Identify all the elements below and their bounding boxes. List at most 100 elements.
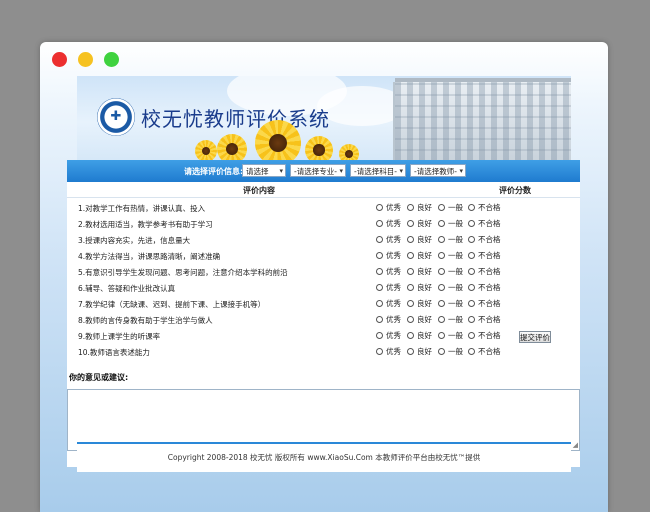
radio-button[interactable] bbox=[438, 348, 445, 355]
radio-button[interactable] bbox=[376, 268, 383, 275]
radio-button[interactable] bbox=[376, 252, 383, 259]
radio-button[interactable] bbox=[438, 316, 445, 323]
radio-button[interactable] bbox=[407, 316, 414, 323]
rating-option[interactable]: 优秀 bbox=[376, 218, 401, 229]
radio-button[interactable] bbox=[407, 300, 414, 307]
radio-button[interactable] bbox=[407, 252, 414, 259]
question-row: 5.有意识引导学生发现问题、思考问题，注意介绍本学科的前沿 优秀 良好 一般 不合格 bbox=[67, 263, 580, 279]
radio-button[interactable] bbox=[407, 284, 414, 291]
radio-button[interactable] bbox=[468, 332, 475, 339]
radio-button[interactable] bbox=[438, 220, 445, 227]
rating-option[interactable]: 优秀 bbox=[376, 330, 401, 341]
rating-option[interactable]: 一般 bbox=[438, 202, 463, 213]
radio-button[interactable] bbox=[407, 332, 414, 339]
question-text: 6.辅导、答疑和作业批改认真 bbox=[78, 284, 176, 293]
rating-option[interactable]: 良好 bbox=[407, 202, 432, 213]
rating-option[interactable]: 不合格 bbox=[468, 234, 501, 245]
rating-option[interactable]: 良好 bbox=[407, 266, 432, 277]
radio-button[interactable] bbox=[407, 268, 414, 275]
major-select[interactable]: -请选择专业- ▾ bbox=[290, 164, 346, 177]
radio-button[interactable] bbox=[376, 204, 383, 211]
radio-button[interactable] bbox=[376, 332, 383, 339]
rating-option[interactable]: 一般 bbox=[438, 266, 463, 277]
radio-button[interactable] bbox=[468, 268, 475, 275]
radio-button[interactable] bbox=[438, 332, 445, 339]
radio-button[interactable] bbox=[407, 220, 414, 227]
rating-option[interactable]: 不合格 bbox=[468, 330, 501, 341]
rating-option[interactable]: 良好 bbox=[407, 218, 432, 229]
radio-button[interactable] bbox=[468, 316, 475, 323]
radio-button[interactable] bbox=[468, 252, 475, 259]
radio-button[interactable] bbox=[468, 220, 475, 227]
rating-option[interactable]: 一般 bbox=[438, 330, 463, 341]
question-text: 1.对教学工作有热情，讲课认真、投入 bbox=[78, 204, 206, 213]
radio-button[interactable] bbox=[376, 236, 383, 243]
minimize-window-icon[interactable] bbox=[78, 52, 93, 67]
rating-option[interactable]: 优秀 bbox=[376, 298, 401, 309]
subject-select[interactable]: -请选择科目- ▾ bbox=[350, 164, 406, 177]
rating-option[interactable]: 不合格 bbox=[468, 314, 501, 325]
teacher-select[interactable]: -请选择教师- ▾ bbox=[410, 164, 466, 177]
radio-button[interactable] bbox=[376, 316, 383, 323]
rating-option[interactable]: 不合格 bbox=[468, 266, 501, 277]
rating-option-label: 不合格 bbox=[478, 267, 501, 276]
rating-option[interactable]: 不合格 bbox=[468, 202, 501, 213]
radio-button[interactable] bbox=[468, 236, 475, 243]
rating-option[interactable]: 一般 bbox=[438, 234, 463, 245]
radio-button[interactable] bbox=[407, 236, 414, 243]
rating-option[interactable]: 一般 bbox=[438, 282, 463, 293]
rating-option[interactable]: 不合格 bbox=[468, 346, 501, 357]
rating-option[interactable]: 优秀 bbox=[376, 314, 401, 325]
radio-button[interactable] bbox=[407, 204, 414, 211]
close-window-icon[interactable] bbox=[52, 52, 67, 67]
rating-option[interactable]: 良好 bbox=[407, 282, 432, 293]
rating-option[interactable]: 良好 bbox=[407, 314, 432, 325]
chevron-down-icon: ▾ bbox=[339, 167, 343, 175]
rating-option[interactable]: 一般 bbox=[438, 346, 463, 357]
radio-button[interactable] bbox=[438, 300, 445, 307]
rating-option[interactable]: 良好 bbox=[407, 234, 432, 245]
resize-handle-icon[interactable]: ◢ bbox=[573, 442, 578, 449]
rating-option[interactable]: 良好 bbox=[407, 346, 432, 357]
radio-button[interactable] bbox=[376, 284, 383, 291]
radio-button[interactable] bbox=[438, 284, 445, 291]
radio-button[interactable] bbox=[376, 220, 383, 227]
radio-button[interactable] bbox=[438, 204, 445, 211]
type-select[interactable]: 请选择 ▾ bbox=[242, 164, 286, 177]
radio-button[interactable] bbox=[468, 348, 475, 355]
rating-option[interactable]: 良好 bbox=[407, 250, 432, 261]
rating-option-label: 良好 bbox=[417, 347, 432, 356]
rating-option[interactable]: 一般 bbox=[438, 250, 463, 261]
rating-option[interactable]: 一般 bbox=[438, 298, 463, 309]
question-text: 10.教师语言表述能力 bbox=[78, 348, 150, 357]
rating-option[interactable]: 不合格 bbox=[468, 282, 501, 293]
radio-button[interactable] bbox=[438, 268, 445, 275]
radio-button[interactable] bbox=[376, 300, 383, 307]
submit-button[interactable]: 提交评价 bbox=[519, 331, 551, 343]
rating-option[interactable]: 优秀 bbox=[376, 234, 401, 245]
footer: Copyright 2008-2018 校无忧 版权所有 www.XiaoSu.… bbox=[77, 442, 571, 472]
rating-option[interactable]: 优秀 bbox=[376, 266, 401, 277]
rating-option[interactable]: 优秀 bbox=[376, 282, 401, 293]
radio-button[interactable] bbox=[376, 348, 383, 355]
radio-button[interactable] bbox=[438, 236, 445, 243]
sunflower-icon bbox=[195, 140, 217, 160]
rating-option[interactable]: 优秀 bbox=[376, 346, 401, 357]
radio-button[interactable] bbox=[407, 348, 414, 355]
radio-button[interactable] bbox=[438, 252, 445, 259]
rating-option[interactable]: 不合格 bbox=[468, 218, 501, 229]
radio-button[interactable] bbox=[468, 204, 475, 211]
rating-option-label: 优秀 bbox=[386, 203, 401, 212]
rating-option[interactable]: 优秀 bbox=[376, 250, 401, 261]
radio-button[interactable] bbox=[468, 284, 475, 291]
rating-option[interactable]: 良好 bbox=[407, 330, 432, 341]
rating-option[interactable]: 不合格 bbox=[468, 298, 501, 309]
rating-option[interactable]: 一般 bbox=[438, 218, 463, 229]
radio-button[interactable] bbox=[468, 300, 475, 307]
rating-option[interactable]: 不合格 bbox=[468, 250, 501, 261]
question-text: 7.教学纪律（无缺课、迟到、提前下课、上课接手机等） bbox=[78, 300, 266, 309]
rating-option[interactable]: 良好 bbox=[407, 298, 432, 309]
maximize-window-icon[interactable] bbox=[104, 52, 119, 67]
rating-option[interactable]: 一般 bbox=[438, 314, 463, 325]
rating-option[interactable]: 优秀 bbox=[376, 202, 401, 213]
